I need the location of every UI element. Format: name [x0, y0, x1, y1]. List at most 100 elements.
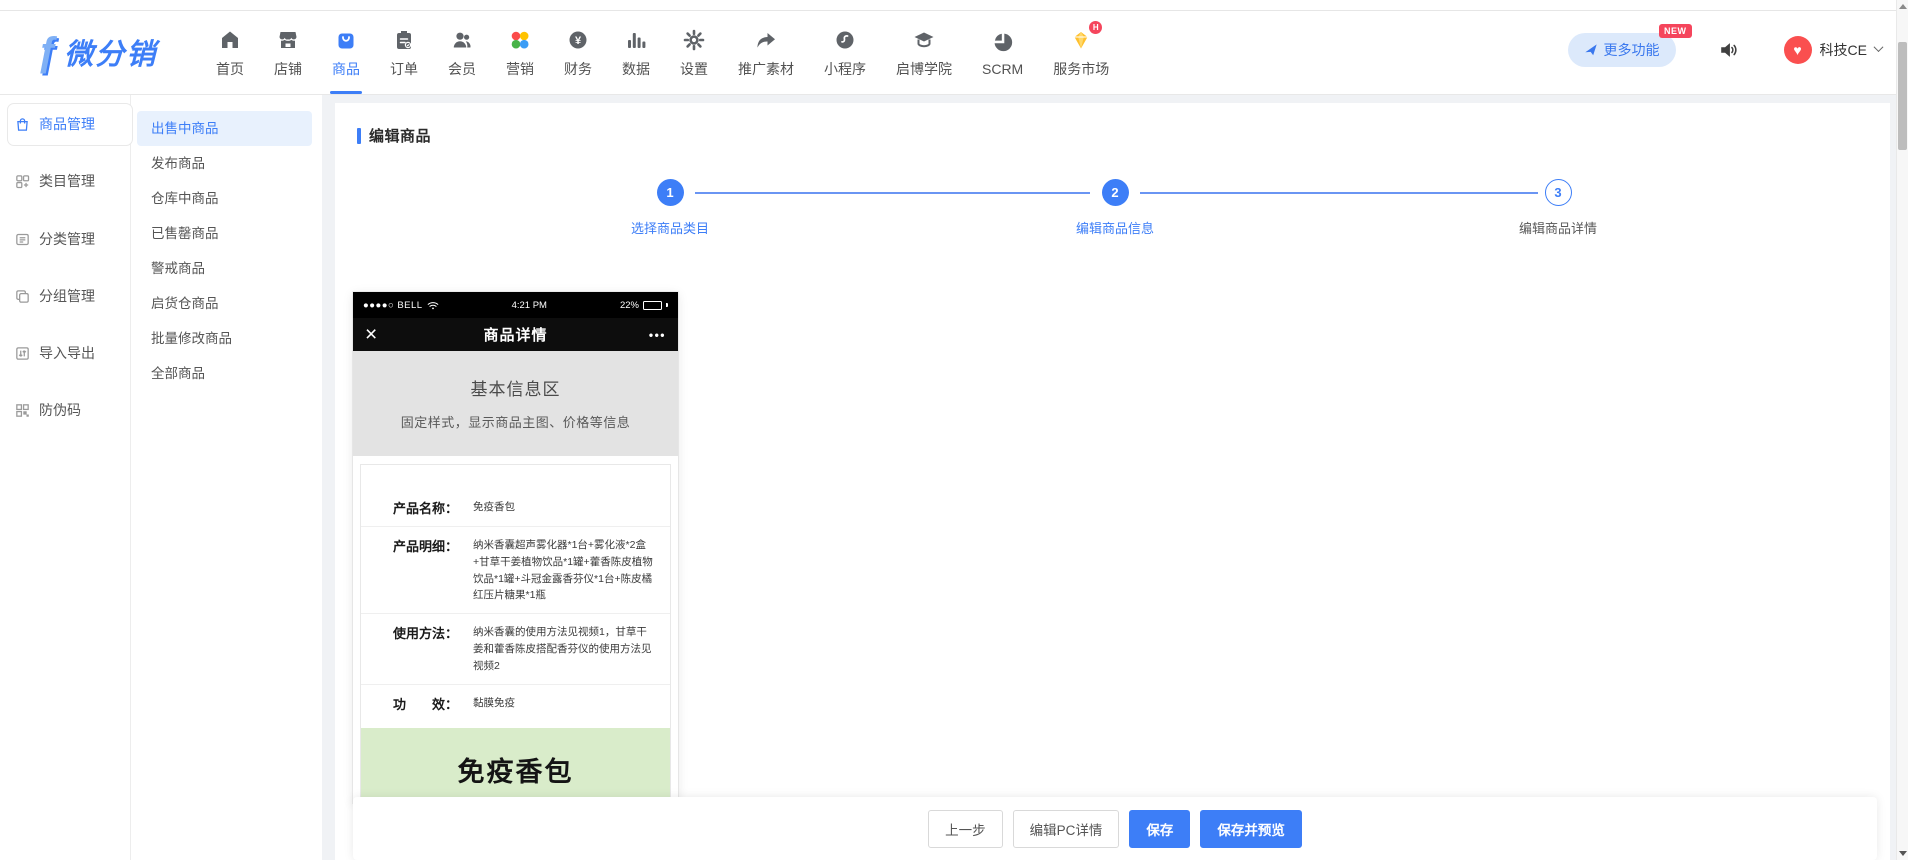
save-and-preview-button[interactable]: 保存并预览: [1200, 810, 1302, 848]
close-icon: ×: [365, 323, 405, 347]
sidebar-item-class-manage[interactable]: 分类管理: [14, 227, 95, 251]
home-icon: [217, 27, 243, 53]
basic-info-desc: 固定样式，显示商品主图、价格等信息: [353, 412, 678, 431]
nav-item-settings[interactable]: 设置: [680, 0, 708, 94]
vertical-scrollbar[interactable]: [1896, 0, 1908, 860]
previous-step-button[interactable]: 上一步: [928, 810, 1003, 848]
page-title-text: 编辑商品: [369, 125, 431, 146]
nav-item-finance[interactable]: ¥ 财务: [564, 0, 592, 94]
app-logo[interactable]: ƒ 微分销: [36, 10, 176, 94]
save-button[interactable]: 保存: [1129, 810, 1190, 848]
nav-item-marketing[interactable]: 营销: [506, 0, 534, 94]
more-features-button[interactable]: 更多功能 NEW: [1568, 33, 1676, 67]
data-icon: [623, 27, 649, 53]
basic-info-title: 基本信息区: [353, 375, 678, 400]
product-banner: 免疫香包 伴疫时代的时尚新宠: [361, 728, 670, 803]
scroll-up-arrow[interactable]: [1899, 4, 1907, 9]
sidebar-item-label: 商品管理: [39, 114, 95, 134]
sidebar-item-import-export[interactable]: 导入导出: [14, 341, 95, 365]
scrollbar-thumb[interactable]: [1898, 42, 1907, 150]
submenu-item-stock-warehouse[interactable]: 启货仓商品: [131, 286, 322, 321]
nav-label: 启博学院: [896, 59, 952, 79]
market-badge: H: [1089, 21, 1102, 34]
finance-icon: ¥: [565, 27, 591, 53]
carrier-text: ●●●●○ BELL: [363, 300, 423, 311]
basic-info-placeholder: 基本信息区 固定样式，显示商品主图、价格等信息: [353, 351, 678, 456]
banner-title: 免疫香包: [361, 750, 670, 789]
phone-navbar: × 商品详情 •••: [353, 318, 678, 351]
academy-icon: [911, 27, 937, 53]
top-divider: [0, 10, 1908, 11]
submenu-item-publish[interactable]: 发布商品: [131, 146, 322, 181]
sidebar-item-category-manage[interactable]: 类目管理: [14, 169, 95, 193]
nav-label: 数据: [622, 59, 650, 79]
goods-submenu: 出售中商品 发布商品 仓库中商品 已售罄商品 警戒商品 启货仓商品 批量修改商品…: [130, 95, 322, 860]
submenu-item-in-warehouse[interactable]: 仓库中商品: [131, 181, 322, 216]
svg-text:¥: ¥: [575, 35, 582, 47]
nav-label: 订单: [390, 59, 418, 79]
account-menu[interactable]: ♥ 科技CE: [1784, 36, 1882, 64]
nav-item-miniprogram[interactable]: 小程序: [824, 0, 866, 94]
more-features-label: 更多功能: [1604, 40, 1660, 60]
nav-item-order[interactable]: 订单: [390, 0, 418, 94]
sidebar-item-group-manage[interactable]: 分组管理: [14, 284, 95, 308]
category-manage-icon: [14, 173, 31, 190]
submenu-item-sold-out[interactable]: 已售罄商品: [131, 216, 322, 251]
wifi-icon: [427, 301, 439, 310]
submenu-item-on-sale[interactable]: 出售中商品: [137, 111, 312, 146]
nav-item-data[interactable]: 数据: [622, 0, 650, 94]
promote-icon: [753, 27, 779, 53]
scroll-down-arrow[interactable]: [1899, 851, 1907, 856]
nav-item-shop[interactable]: 店铺: [274, 0, 302, 94]
step-1-label: 选择商品类目: [631, 218, 709, 237]
nav-label: SCRM: [982, 61, 1023, 77]
submenu-item-all-goods[interactable]: 全部商品: [131, 356, 322, 391]
step-2-edit-info[interactable]: 2 编辑商品信息: [1076, 179, 1154, 237]
nav-label: 店铺: [274, 59, 302, 79]
submenu-item-batch-edit[interactable]: 批量修改商品: [131, 321, 322, 356]
field-label: 产品名称：: [393, 498, 473, 517]
step-2-label: 编辑商品信息: [1076, 218, 1154, 237]
step-1-circle: 1: [656, 179, 683, 206]
logo-text: 微分销: [64, 31, 157, 73]
phone-time: 4:21 PM: [512, 300, 547, 311]
field-label: 使用方法：: [393, 623, 473, 674]
step-3-edit-detail[interactable]: 3 编辑商品详情: [1519, 179, 1597, 237]
nav-label: 小程序: [824, 59, 866, 79]
nav-item-goods[interactable]: 商品: [332, 0, 360, 94]
chevron-down-icon: [1874, 42, 1884, 52]
sidebar-item-anticounterfeit-code[interactable]: 防伪码: [14, 398, 81, 422]
top-navbar: ƒ 微分销 首页 店铺 商品: [0, 0, 1908, 95]
nav-item-home[interactable]: 首页: [216, 0, 244, 94]
nav-label: 营销: [506, 59, 534, 79]
announcement-speaker-icon[interactable]: [1718, 39, 1740, 61]
step-3-circle: 3: [1544, 179, 1571, 206]
header-right-cluster: 更多功能 NEW ♥ 科技CE: [1568, 6, 1882, 94]
anticounterfeit-code-icon: [14, 402, 31, 419]
nav-label: 会员: [448, 59, 476, 79]
nav-item-academy[interactable]: 启博学院: [896, 0, 952, 94]
step-1-select-category[interactable]: 1 选择商品类目: [631, 179, 709, 237]
edit-pc-detail-button[interactable]: 编辑PC详情: [1013, 810, 1120, 848]
field-label: 功 效：: [393, 694, 473, 713]
phone-page-title: 商品详情: [405, 324, 626, 345]
phone-status-bar: ●●●●○ BELL 4:21 PM 22%: [353, 292, 678, 318]
nav-label: 推广素材: [738, 59, 794, 79]
sidebar-item-goods-manage[interactable]: 商品管理: [14, 112, 95, 136]
sidebar-item-label: 导入导出: [39, 343, 95, 363]
field-value: 免疫香包: [473, 498, 656, 517]
title-accent-bar: [357, 128, 361, 144]
battery-percent: 22%: [620, 300, 639, 311]
nav-label: 商品: [332, 59, 360, 79]
field-value: 黏膜免疫: [473, 694, 656, 713]
nav-item-member[interactable]: 会员: [448, 0, 476, 94]
battery-tip: [666, 303, 668, 307]
nav-item-market[interactable]: H 服务市场: [1053, 0, 1109, 94]
order-icon: [391, 27, 417, 53]
nav-item-scrm[interactable]: SCRM: [982, 0, 1023, 94]
step-2-circle: 2: [1101, 179, 1128, 206]
submenu-item-alert-goods[interactable]: 警戒商品: [131, 251, 322, 286]
sidebar-item-label: 类目管理: [39, 171, 95, 191]
nav-item-promote[interactable]: 推广素材: [738, 0, 794, 94]
mobile-preview: ●●●●○ BELL 4:21 PM 22% × 商品详情 ••• 基本信息区 …: [353, 292, 678, 803]
